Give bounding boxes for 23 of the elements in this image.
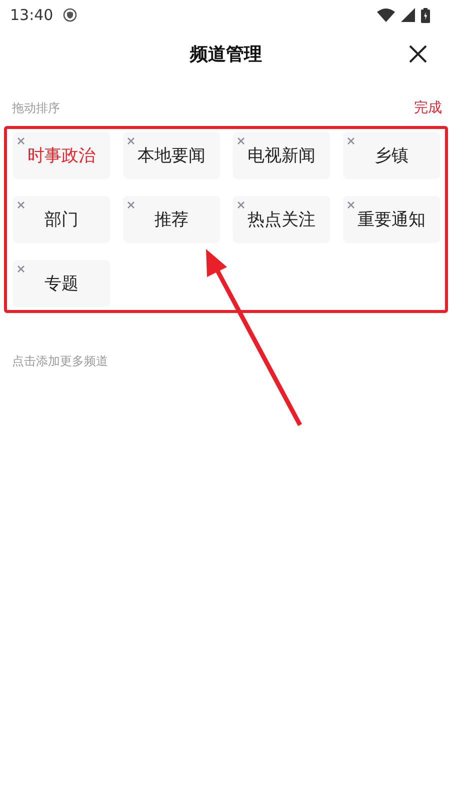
channel-name: 本地要闻 <box>138 145 206 167</box>
channel-tag[interactable]: 热点关注 <box>233 196 330 243</box>
status-time: 13:40 <box>10 6 54 24</box>
channel-tag[interactable]: 乡镇 <box>343 132 440 179</box>
page-title: 频道管理 <box>190 43 262 66</box>
section-label: 拖动排序 <box>12 100 60 116</box>
channel-tag[interactable]: 部门 <box>13 196 110 243</box>
channel-tag[interactable]: 本地要闻 <box>123 132 220 179</box>
channel-name: 电视新闻 <box>248 145 316 167</box>
channel-tag[interactable]: 时事政治 <box>13 132 110 179</box>
channel-name: 推荐 <box>154 209 188 231</box>
channel-name: 乡镇 <box>374 145 408 167</box>
channel-name: 部门 <box>44 209 78 231</box>
channel-tag[interactable]: 重要通知 <box>343 196 440 243</box>
channel-tag[interactable]: 专题 <box>13 260 110 307</box>
channel-name: 专题 <box>44 273 78 295</box>
channel-name: 热点关注 <box>248 209 316 231</box>
channel-name: 重要通知 <box>358 209 426 231</box>
channel-tag[interactable]: 电视新闻 <box>233 132 330 179</box>
section-label: 点击添加更多频道 <box>12 353 108 370</box>
channel-name: 时事政治 <box>28 145 96 167</box>
channel-tag[interactable]: 推荐 <box>123 196 220 243</box>
done-link[interactable]: 完成 <box>414 99 442 117</box>
